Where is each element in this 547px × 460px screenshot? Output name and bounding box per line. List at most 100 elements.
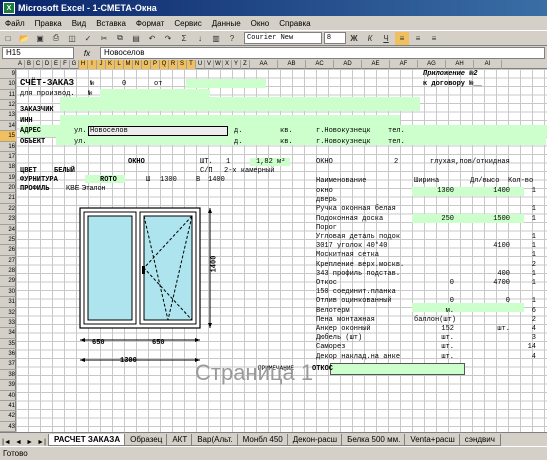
row-header[interactable]: 43: [0, 422, 16, 432]
table-cell-name[interactable]: Декор наклад.на анке: [316, 353, 400, 361]
table-cell-name[interactable]: Порог: [316, 224, 337, 232]
column-header[interactable]: R: [169, 60, 178, 69]
row-header[interactable]: 36: [0, 349, 16, 360]
row-header[interactable]: 35: [0, 339, 16, 350]
cut-icon[interactable]: ✂: [97, 32, 111, 45]
table-cell-count[interactable]: 1: [508, 187, 536, 195]
table-cell-width[interactable]: 0: [414, 279, 454, 287]
menu-view[interactable]: Вид: [67, 19, 91, 28]
row-header[interactable]: 31: [0, 297, 16, 308]
font-size-select[interactable]: 8: [324, 32, 346, 44]
row-header[interactable]: 30: [0, 287, 16, 298]
row-header[interactable]: 26: [0, 245, 16, 256]
preview-icon[interactable]: ◫: [65, 32, 79, 45]
column-header[interactable]: AB: [278, 60, 306, 69]
row-header[interactable]: 21: [0, 193, 16, 204]
row-header[interactable]: 32: [0, 308, 16, 318]
row-header[interactable]: 18: [0, 162, 16, 173]
row-header[interactable]: 24: [0, 225, 16, 235]
table-cell-name[interactable]: Крепление верх.москв.: [316, 261, 404, 269]
bold-button[interactable]: Ж: [347, 32, 361, 45]
table-cell-count[interactable]: 3: [508, 334, 536, 342]
underline-button[interactable]: Ч: [379, 32, 393, 45]
row-header[interactable]: 17: [0, 152, 16, 163]
column-header[interactable]: AC: [306, 60, 334, 69]
column-header[interactable]: S: [178, 60, 187, 69]
menu-insert[interactable]: Вставка: [91, 19, 131, 28]
row-header[interactable]: 42: [0, 411, 16, 422]
formula-input[interactable]: Новоселов: [100, 47, 545, 59]
table-cell-length[interactable]: шт.: [470, 325, 510, 333]
column-header[interactable]: K: [106, 60, 115, 69]
table-cell-width[interactable]: 250: [414, 215, 454, 223]
column-header[interactable]: AE: [362, 60, 390, 69]
undo-icon[interactable]: ↶: [145, 32, 159, 45]
table-cell-name[interactable]: Саморез: [316, 343, 345, 351]
help-icon[interactable]: ?: [225, 32, 239, 45]
row-header[interactable]: 34: [0, 328, 16, 339]
table-cell-count[interactable]: 2: [508, 261, 536, 269]
table-cell-length[interactable]: 1500: [470, 215, 510, 223]
table-cell-count[interactable]: 1: [508, 279, 536, 287]
row-header[interactable]: 40: [0, 391, 16, 401]
table-cell-count[interactable]: 1: [508, 215, 536, 223]
fx-label[interactable]: fx: [74, 49, 100, 58]
table-cell-length[interactable]: 4700: [470, 279, 510, 287]
table-cell-name[interactable]: 3017 уголок 40*40: [316, 242, 387, 250]
column-header[interactable]: D: [43, 60, 52, 69]
column-header[interactable]: B: [25, 60, 34, 69]
row-header[interactable]: 13: [0, 110, 16, 121]
align-right-icon[interactable]: ≡: [427, 32, 441, 45]
paste-icon[interactable]: ▤: [129, 32, 143, 45]
table-cell-name[interactable]: Отлив оцинкованный: [316, 297, 392, 305]
row-header[interactable]: 28: [0, 266, 16, 277]
row-header[interactable]: 11: [0, 90, 16, 101]
table-cell-name[interactable]: Дюбель (шт): [316, 334, 362, 342]
row-header[interactable]: 29: [0, 276, 16, 287]
row-header[interactable]: 39: [0, 380, 16, 391]
table-cell-name[interactable]: окно: [316, 187, 333, 195]
first-tab-icon[interactable]: |◄: [2, 439, 11, 446]
last-tab-icon[interactable]: ►|: [37, 439, 46, 446]
table-cell-width[interactable]: баллон(шт): [414, 316, 456, 324]
table-cell-name[interactable]: дверь: [316, 196, 337, 204]
menu-tools[interactable]: Сервис: [169, 19, 206, 28]
column-header[interactable]: A: [16, 60, 25, 69]
table-cell-name[interactable]: Москитная сетка: [316, 251, 379, 259]
tab-belka[interactable]: Белка 500 мм.: [341, 434, 407, 446]
table-cell-width[interactable]: шт.: [414, 353, 454, 361]
column-header[interactable]: G: [70, 60, 79, 69]
redo-icon[interactable]: ↷: [161, 32, 175, 45]
table-cell-count[interactable]: 4: [508, 325, 536, 333]
column-header[interactable]: I: [88, 60, 97, 69]
column-header[interactable]: J: [97, 60, 106, 69]
tab-order-calc[interactable]: РАСЧЕТ ЗАКАЗА: [48, 434, 127, 446]
tab-act[interactable]: АКТ: [166, 434, 194, 446]
table-cell-name[interactable]: Подоконная доска: [316, 215, 383, 223]
table-cell-name[interactable]: Ручка оконная белая: [316, 205, 396, 213]
table-cell-name[interactable]: 150 соединит.планка: [316, 288, 396, 296]
tab-sandwich[interactable]: сэндвич: [458, 434, 501, 446]
spell-icon[interactable]: ✓: [81, 32, 95, 45]
column-header[interactable]: F: [61, 60, 70, 69]
name-box[interactable]: H15: [2, 47, 74, 59]
column-header[interactable]: Q: [160, 60, 169, 69]
tab-monbl-450[interactable]: Монбл 450: [236, 434, 289, 446]
row-header[interactable]: 41: [0, 401, 16, 412]
column-header[interactable]: N: [133, 60, 142, 69]
menu-format[interactable]: Формат: [131, 19, 169, 28]
table-cell-width[interactable]: м.: [414, 307, 454, 315]
print-icon[interactable]: ⎙: [49, 32, 63, 45]
column-header[interactable]: H: [79, 60, 88, 69]
table-cell-width[interactable]: шт.: [414, 343, 454, 351]
column-header[interactable]: C: [34, 60, 43, 69]
menu-edit[interactable]: Правка: [30, 19, 67, 28]
row-header[interactable]: 10: [0, 79, 16, 90]
chart-icon[interactable]: ▥: [209, 32, 223, 45]
align-center-icon[interactable]: ≡: [411, 32, 425, 45]
italic-button[interactable]: К: [363, 32, 377, 45]
autosum-icon[interactable]: Σ: [177, 32, 191, 45]
column-header[interactable]: AG: [418, 60, 446, 69]
table-cell-count[interactable]: 1: [508, 205, 536, 213]
column-header[interactable]: W: [214, 60, 223, 69]
